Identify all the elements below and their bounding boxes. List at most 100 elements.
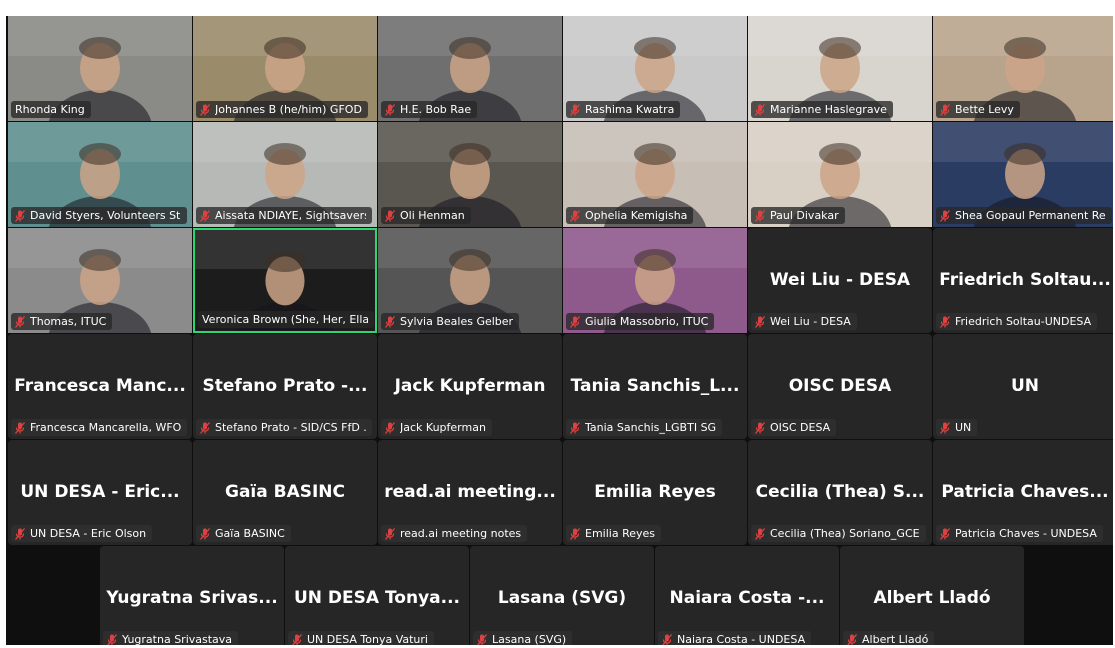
participant-name-label: Giulia Massobrio, ITUC	[585, 315, 709, 328]
participant-name-tag: Naiara Costa - UNDESA	[658, 631, 812, 645]
mic-off-icon	[292, 633, 302, 645]
participant-tile[interactable]: Wei Liu - DESA Wei Liu - DESA	[748, 228, 932, 333]
participant-name-label: Tania Sanchis_LGBTI SG	[585, 421, 717, 434]
participant-name-tag: Wei Liu - DESA	[751, 313, 857, 330]
participant-tile[interactable]: Rhonda King	[8, 16, 192, 121]
participant-name-tag: read.ai meeting notes	[381, 525, 528, 542]
participant-name-tag: UN DESA Tonya Vaturi	[288, 631, 434, 645]
mic-off-icon	[570, 209, 580, 222]
participant-display-name: Friedrich Soltau...	[939, 270, 1111, 290]
participant-display-name: Stefano Prato -...	[202, 376, 368, 396]
participant-name-tag: Friedrich Soltau-UNDESA	[936, 313, 1098, 330]
participant-tile[interactable]: Rashima Kwatra	[563, 16, 747, 121]
mic-off-icon	[940, 209, 950, 222]
participant-name-tag: Gaïa BASINC	[196, 525, 291, 542]
mic-off-icon	[755, 315, 765, 328]
mic-off-icon	[940, 103, 950, 116]
mic-off-icon	[200, 527, 210, 540]
participant-display-name: Naiara Costa -...	[669, 588, 825, 608]
participant-tile[interactable]: UN DESA - Eric... UN DESA - Eric Olson	[8, 440, 192, 545]
participant-tile[interactable]: Francesca Manc... Francesca Mancarella, W…	[8, 334, 192, 439]
participant-display-name: read.ai meeting...	[384, 482, 556, 502]
participant-name-tag: Aissata NDIAYE, Sightsavers	[196, 207, 372, 224]
participant-name-label: Friedrich Soltau-UNDESA	[955, 315, 1092, 328]
mic-off-icon	[15, 315, 25, 328]
participant-tile[interactable]: Tania Sanchis_L... Tania Sanchis_LGBTI SG	[563, 334, 747, 439]
mic-off-icon	[662, 633, 672, 645]
participant-tile[interactable]: Naiara Costa -... Naiara Costa - UNDESA	[655, 546, 839, 645]
participant-tile[interactable]: Lasana (SVG) Lasana (SVG)	[470, 546, 654, 645]
mic-off-icon	[570, 103, 580, 116]
mic-off-icon	[15, 527, 25, 540]
participant-tile[interactable]: Giulia Massobrio, ITUC	[563, 228, 747, 333]
participant-name-tag: Emilia Reyes	[566, 525, 661, 542]
participant-name-label: Patricia Chaves - UNDESA	[955, 527, 1097, 540]
participant-name-tag: Bette Levy	[936, 101, 1020, 118]
participant-tile[interactable]: UN UN	[933, 334, 1113, 439]
participant-display-name: Yugratna Srivas...	[106, 588, 278, 608]
participant-name-label: Francesca Mancarella, WFO	[30, 421, 181, 434]
participant-name-label: UN	[955, 421, 972, 434]
participant-tile[interactable]: Johannes B (he/him) GFOD	[193, 16, 377, 121]
participant-tile[interactable]: Aissata NDIAYE, Sightsavers	[193, 122, 377, 227]
participant-tile[interactable]: Ophelia Kemigisha	[563, 122, 747, 227]
participant-tile[interactable]: OISC DESA OISC DESA	[748, 334, 932, 439]
participant-name-tag: Johannes B (he/him) GFOD	[196, 101, 368, 118]
participant-tile[interactable]: UN DESA Tonya... UN DESA Tonya Vaturi	[285, 546, 469, 645]
mic-off-icon	[385, 527, 395, 540]
participant-tile[interactable]: Oli Henman	[378, 122, 562, 227]
participant-tile[interactable]: Veronica Brown (She, Her, Ella)	[193, 228, 377, 333]
participant-tile[interactable]: Emilia Reyes Emilia Reyes	[563, 440, 747, 545]
mic-off-icon	[200, 421, 210, 434]
mic-off-icon	[200, 209, 210, 222]
participant-name-label: Thomas, ITUC	[30, 315, 107, 328]
participant-name-tag: Rashima Kwatra	[566, 101, 681, 118]
participant-name-tag: UN	[936, 419, 978, 436]
participant-display-name: Francesca Manc...	[14, 376, 186, 396]
participant-name-label: Shea Gopaul Permanent Rep...	[955, 209, 1106, 222]
participant-name-tag: Veronica Brown (She, Her, Ella)	[198, 311, 374, 328]
participant-display-name: Albert Lladó	[873, 588, 991, 608]
participant-tile[interactable]: Gaïa BASINC Gaïa BASINC	[193, 440, 377, 545]
mic-off-icon	[570, 421, 580, 434]
participant-tile[interactable]: Yugratna Srivas... Yugratna Srivastava	[100, 546, 284, 645]
participant-name-tag: Marianne Haslegrave	[751, 101, 893, 118]
participant-name-tag: Cecilia (Thea) Soriano_GCE	[751, 525, 926, 542]
mic-off-icon	[940, 527, 950, 540]
participant-tile[interactable]: H.E. Bob Rae	[378, 16, 562, 121]
participant-name-label: Johannes B (he/him) GFOD	[215, 103, 362, 116]
mic-off-icon	[385, 209, 395, 222]
participant-tile[interactable]: Thomas, ITUC	[8, 228, 192, 333]
participant-name-tag: OISC DESA	[751, 419, 837, 436]
mic-off-icon	[107, 633, 117, 645]
participant-tile[interactable]: Cecilia (Thea) S... Cecilia (Thea) Sorian…	[748, 440, 932, 545]
mic-off-icon	[385, 103, 395, 116]
participant-name-label: Stefano Prato - SID/CS FfD ...	[215, 421, 366, 434]
participant-tile[interactable]: Patricia Chaves... Patricia Chaves - UNDE…	[933, 440, 1113, 545]
participant-tile[interactable]: read.ai meeting... read.ai meeting notes	[378, 440, 562, 545]
participant-name-label: UN DESA Tonya Vaturi	[307, 633, 428, 645]
participant-name-label: Oli Henman	[400, 209, 465, 222]
participant-tile[interactable]: Bette Levy	[933, 16, 1113, 121]
participant-tile[interactable]: David Styers, Volunteers Sta...	[8, 122, 192, 227]
participant-tile[interactable]: Sylvia Beales Gelber	[378, 228, 562, 333]
participant-name-label: Ophelia Kemigisha	[585, 209, 688, 222]
participant-name-label: Veronica Brown (She, Her, Ella)	[202, 313, 368, 326]
participant-name-tag: David Styers, Volunteers Sta...	[11, 207, 187, 224]
participant-tile[interactable]: Shea Gopaul Permanent Rep...	[933, 122, 1113, 227]
mic-off-icon	[15, 209, 25, 222]
participant-tile[interactable]: Albert Lladó Albert Lladó	[840, 546, 1024, 645]
participant-tile[interactable]: Marianne Haslegrave	[748, 16, 932, 121]
participant-tile[interactable]: Friedrich Soltau... Friedrich Soltau-UNDE…	[933, 228, 1113, 333]
participant-display-name: Lasana (SVG)	[497, 588, 627, 608]
mic-off-icon	[477, 633, 487, 645]
participant-name-label: Lasana (SVG)	[492, 633, 567, 645]
participant-name-tag: Giulia Massobrio, ITUC	[566, 313, 715, 330]
mic-off-icon	[570, 527, 580, 540]
participant-name-tag: Shea Gopaul Permanent Rep...	[936, 207, 1112, 224]
participant-tile[interactable]: Jack Kupferman Jack Kupferman	[378, 334, 562, 439]
participant-tile[interactable]: Paul Divakar	[748, 122, 932, 227]
participant-name-label: Emilia Reyes	[585, 527, 655, 540]
participant-display-name: Gaïa BASINC	[224, 482, 346, 502]
participant-tile[interactable]: Stefano Prato -... Stefano Prato - SID/CS…	[193, 334, 377, 439]
